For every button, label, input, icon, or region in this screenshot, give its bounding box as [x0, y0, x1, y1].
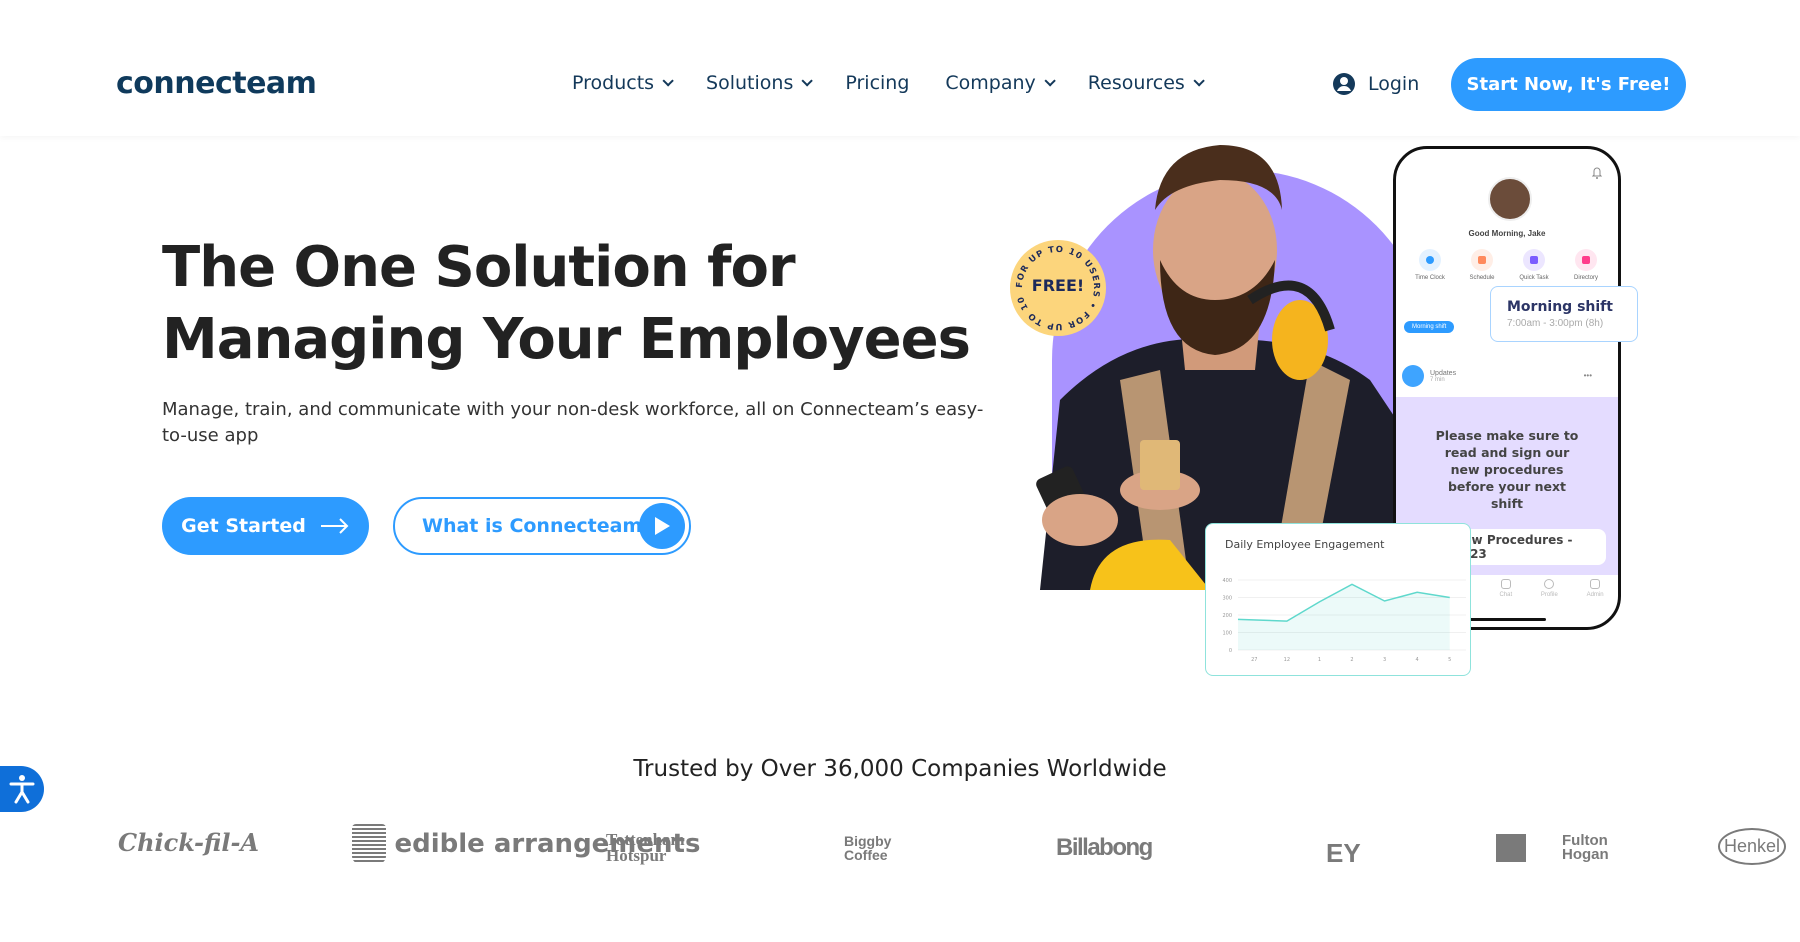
- updates-post-header: Updates 7 min: [1402, 365, 1456, 387]
- logo-tottenham-hotspur: Tottenham Hotspur: [606, 830, 685, 865]
- what-is-connecteam-button[interactable]: What is Connecteam?: [393, 497, 691, 555]
- shift-title: Morning shift: [1507, 299, 1613, 315]
- quick-actions: Time Clock Schedule Quick Task Directory: [1406, 249, 1610, 281]
- hero-title: The One Solution for Managing Your Emplo…: [162, 232, 1062, 376]
- play-icon: [639, 503, 685, 549]
- quick-action-label: Schedule: [1469, 275, 1495, 281]
- chevron-down-icon: [662, 75, 674, 87]
- nav-solutions[interactable]: Solutions: [706, 72, 814, 94]
- bell-icon: [1592, 167, 1602, 179]
- tab-profile: Profile: [1541, 579, 1558, 598]
- quick-action-time-clock[interactable]: Time Clock: [1406, 249, 1454, 281]
- logo-fulton-hogan: Fulton Hogan: [1496, 833, 1609, 862]
- chevron-down-icon: [801, 75, 814, 87]
- chart-title: Daily Employee Engagement: [1225, 538, 1385, 551]
- x-tick-label: 5: [1448, 657, 1451, 663]
- nav-label: Solutions: [706, 72, 794, 94]
- x-tick-label: 1: [1318, 657, 1321, 663]
- y-tick-label: 0: [1229, 648, 1232, 654]
- quick-action-quick-task[interactable]: Quick Task: [1510, 249, 1558, 281]
- nav-label: Resources: [1087, 72, 1185, 94]
- clock-icon: [1419, 249, 1441, 271]
- login-link[interactable]: Login: [1332, 72, 1419, 96]
- chevron-down-icon: [1193, 75, 1205, 87]
- tab-label: Chat: [1499, 592, 1513, 598]
- quick-action-schedule[interactable]: Schedule: [1458, 249, 1506, 281]
- chevron-down-icon: [1044, 75, 1056, 87]
- contact-icon: [1575, 249, 1597, 271]
- profile-icon: [1544, 579, 1555, 589]
- update-message: Please make sure to read and sign our ne…: [1435, 428, 1579, 511]
- arrow-right-icon: [320, 518, 349, 534]
- hero-title-line2: Managing Your Employees: [162, 307, 971, 372]
- quick-action-label: Time Clock: [1415, 275, 1445, 281]
- connecteam-logo[interactable]: connecteam: [116, 66, 317, 101]
- chat-icon: [1500, 579, 1511, 589]
- engagement-chart-card: 0 100 200 300 400 27 12 1 2 3 4 5 Daily Employee En…: [1205, 523, 1471, 676]
- y-tick-label: 200: [1222, 613, 1232, 619]
- what-is-label: What is Connecteam?: [422, 515, 654, 537]
- logo-ey: EY: [1326, 838, 1361, 868]
- quick-action-directory[interactable]: Directory: [1562, 249, 1610, 281]
- nav-pricing[interactable]: Pricing: [845, 72, 909, 94]
- main-nav: Products Solutions Pricing Company Resou…: [572, 72, 1237, 94]
- nav-resources[interactable]: Resources: [1087, 72, 1205, 94]
- task-icon: [1523, 249, 1545, 271]
- x-tick-label: 27: [1251, 657, 1257, 663]
- logo-billabong: Billabong: [1056, 834, 1153, 861]
- user-icon: [1333, 73, 1355, 95]
- tab-label: Admin: [1586, 592, 1604, 598]
- tab-admin: Admin: [1587, 579, 1604, 598]
- accessibility-icon: [9, 775, 35, 804]
- accessibility-button[interactable]: [0, 766, 44, 812]
- crown-icon: [1590, 579, 1601, 589]
- logo-biggby-coffee: Biggby Coffee: [844, 833, 892, 863]
- avatar: [1488, 177, 1532, 221]
- logo-chick-fil-a: Chick-fil-A: [118, 828, 260, 857]
- document-title: New Procedures - 2023: [1453, 533, 1573, 561]
- nav-label: Company: [945, 72, 1036, 94]
- megaphone-icon: [1402, 365, 1424, 387]
- greeting-text: Good Morning, Jake: [1468, 229, 1546, 238]
- logo-henkel: Henkel: [1718, 828, 1787, 865]
- nav-products[interactable]: Products: [572, 72, 674, 94]
- morning-shift-card: Morning shift 7:00am - 3:00pm (8h): [1490, 286, 1638, 342]
- badge-free-text: FREE!: [1031, 276, 1085, 295]
- x-tick-label: 2: [1350, 657, 1353, 663]
- calendar-icon: [1471, 249, 1493, 271]
- home-indicator: [1466, 618, 1546, 621]
- shift-time: 7:00am - 3:00pm (8h): [1507, 318, 1604, 329]
- quick-action-label: Quick Task: [1519, 275, 1549, 281]
- customer-logos: Chick-fil-A edible arrangements Tottenha…: [0, 820, 1800, 880]
- updates-title: Updates: [1430, 369, 1457, 377]
- x-tick-label: 3: [1383, 657, 1386, 663]
- login-label: Login: [1368, 73, 1420, 95]
- quick-action-label: Directory: [1573, 275, 1598, 281]
- basket-icon: [352, 824, 386, 864]
- free-badge: FOR UP TO 10 USERS • FOR UP TO 10 USERS …: [1010, 240, 1106, 336]
- y-tick-label: 300: [1222, 596, 1232, 602]
- x-tick-label: 4: [1416, 657, 1419, 663]
- y-tick-label: 400: [1222, 578, 1232, 584]
- tab-label: Profile: [1540, 592, 1558, 598]
- hero-subtitle: Manage, train, and communicate with your…: [162, 399, 984, 446]
- x-tick-label: 12: [1284, 657, 1290, 663]
- start-now-button[interactable]: Start Now, It's Free!: [1451, 58, 1686, 111]
- nav-company[interactable]: Company: [945, 72, 1056, 94]
- shift-pill: Morning shift: [1404, 321, 1455, 333]
- get-started-label: Get Started: [181, 515, 306, 537]
- hero-title-line1: The One Solution for: [162, 235, 796, 300]
- nav-label: Products: [572, 72, 655, 94]
- chart-area: [1238, 584, 1450, 650]
- site-header: connecteam Products Solutions Pricing Co…: [0, 0, 1800, 136]
- y-tick-label: 100: [1222, 631, 1232, 637]
- tab-chat: Chat: [1499, 579, 1512, 598]
- more-options-icon: •••: [1583, 371, 1592, 380]
- updates-time: 7 min: [1430, 376, 1445, 383]
- trusted-heading: Trusted by Over 36,000 Companies Worldwi…: [633, 756, 1167, 782]
- get-started-button[interactable]: Get Started: [162, 497, 369, 555]
- nav-label: Pricing: [845, 72, 910, 94]
